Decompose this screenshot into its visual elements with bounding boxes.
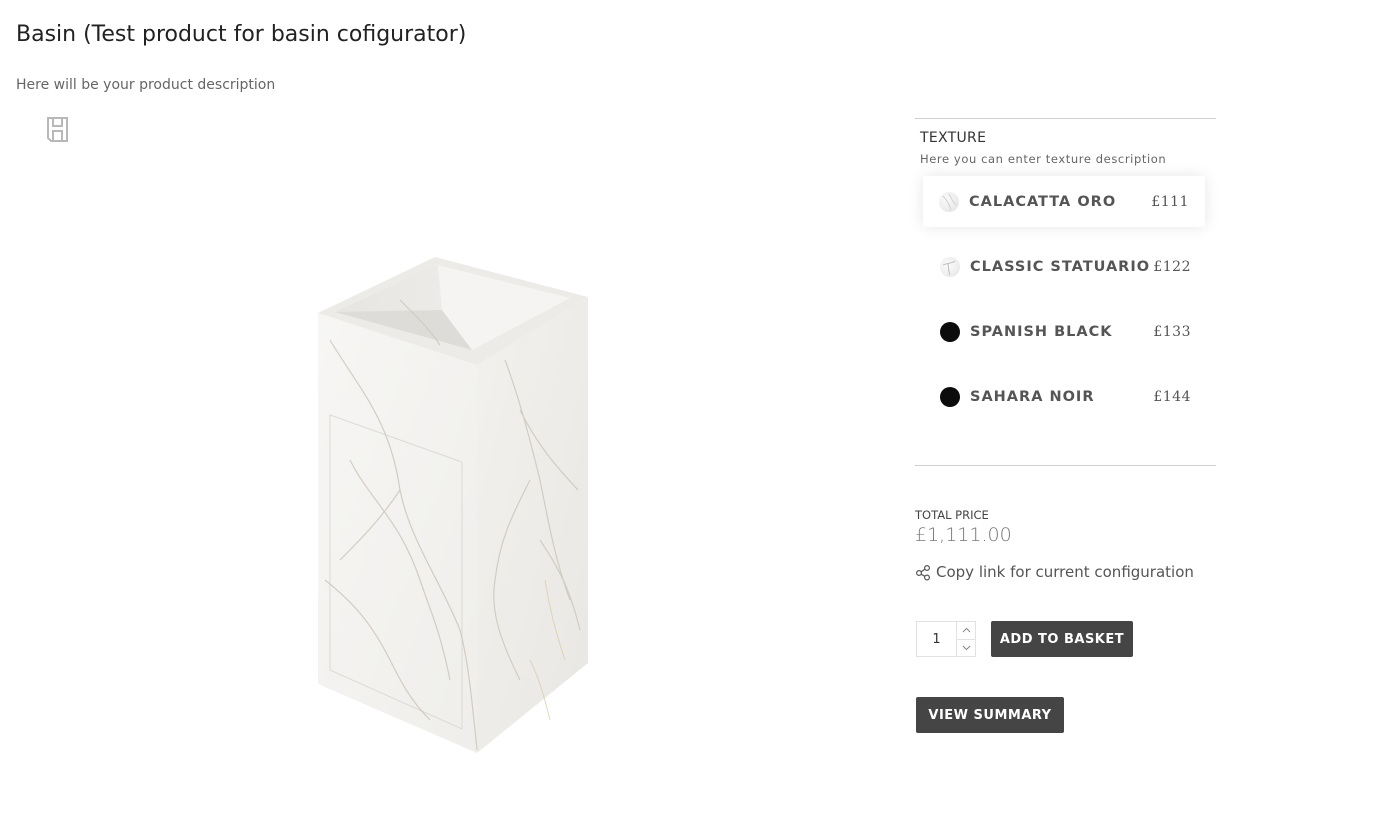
texture-option-price: £144 (1153, 388, 1191, 405)
texture-option-calacatta-oro[interactable]: CALACATTA ORO £111 (923, 176, 1205, 227)
save-icon[interactable] (45, 116, 70, 143)
page-title: Basin (Test product for basin cofigurato… (16, 22, 467, 47)
texture-option-price: £133 (1153, 323, 1191, 340)
product-description: Here will be your product description (16, 77, 276, 93)
texture-option-price: £122 (1153, 258, 1191, 275)
view-summary-button[interactable]: VIEW SUMMARY (916, 697, 1064, 733)
quantity-decrease[interactable] (957, 638, 975, 657)
texture-option-label: SAHARA NOIR (970, 388, 1095, 405)
texture-option-label: CLASSIC STATUARIO (970, 258, 1151, 275)
divider-bottom (915, 465, 1216, 466)
copy-link-label: Copy link for current configuration (936, 563, 1194, 581)
marble-swatch-icon (939, 191, 959, 212)
basin-left-face (318, 313, 477, 753)
add-to-basket-button[interactable]: ADD TO BASKET (991, 621, 1133, 657)
quantity-increase[interactable] (957, 622, 975, 639)
black-swatch-icon (940, 386, 960, 407)
chevron-down-icon (962, 645, 970, 650)
chevron-up-icon (962, 628, 970, 633)
texture-option-sahara-noir[interactable]: SAHARA NOIR £144 (923, 371, 1205, 422)
total-price-label: TOTAL PRICE (915, 508, 989, 522)
total-price-value: £1,111.00 (915, 524, 1012, 546)
basin-right-face (477, 297, 588, 753)
texture-option-classic-statuario[interactable]: CLASSIC STATUARIO £122 (923, 241, 1205, 292)
marble-swatch-icon (940, 256, 960, 277)
quantity-input[interactable] (917, 622, 956, 656)
texture-configurator: TEXTURE Here you can enter texture descr… (915, 118, 1216, 436)
texture-option-price: £111 (1151, 193, 1189, 210)
share-icon (915, 564, 931, 581)
texture-description: Here you can enter texture description (920, 152, 1167, 166)
divider-top (915, 118, 1216, 119)
black-swatch-icon (940, 321, 960, 342)
quantity-stepper (916, 621, 976, 657)
copy-link-button[interactable]: Copy link for current configuration (915, 563, 1194, 581)
texture-option-label: SPANISH BLACK (970, 323, 1113, 340)
texture-option-label: CALACATTA ORO (969, 193, 1117, 210)
texture-option-spanish-black[interactable]: SPANISH BLACK £133 (923, 306, 1205, 357)
texture-title: TEXTURE (920, 130, 987, 146)
texture-options: CALACATTA ORO £111 CLASSIC STATUARIO £12… (915, 176, 1216, 422)
product-image (100, 160, 820, 780)
